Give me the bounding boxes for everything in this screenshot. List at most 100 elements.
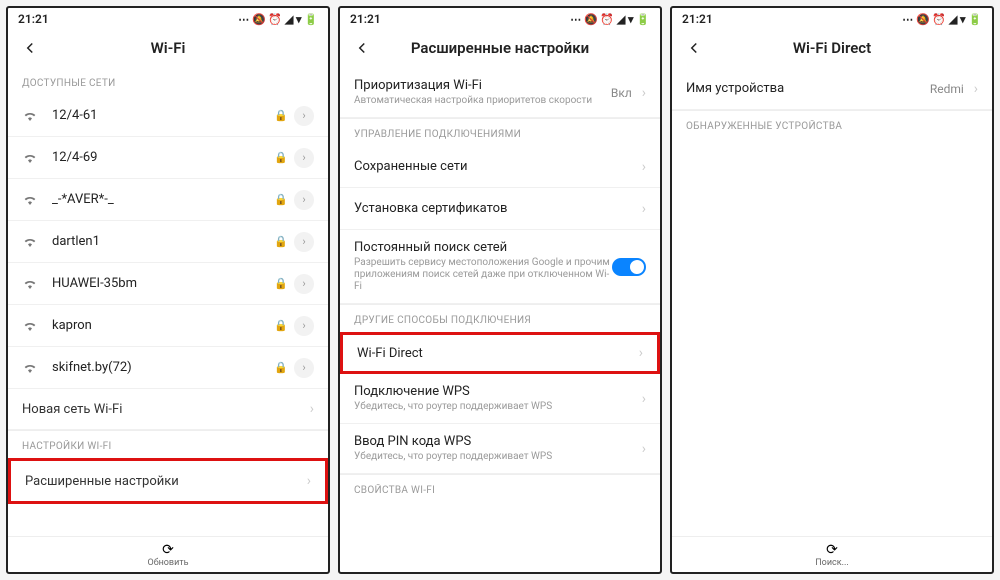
back-icon[interactable] [352,38,372,58]
always-scan-toggle[interactable] [612,258,646,276]
status-time: 21:21 [18,12,49,26]
chevron-right-icon: › [974,81,978,97]
page-title: Wi-Fi [8,39,328,57]
status-time: 21:21 [350,12,381,26]
chevron-right-icon[interactable]: › [294,316,314,336]
wps-sub: Убедитесь, что роутер поддерживает WPS [354,401,642,413]
lock-icon: 🔒 [274,151,288,164]
wps-row[interactable]: Подключение WPS Убедитесь, что роутер по… [340,374,660,424]
wifi-direct-label: Wi-Fi Direct [357,346,639,361]
priority-sub: Автоматическая настройка приоритетов ско… [354,95,611,107]
priority-value: Вкл [611,86,632,100]
chevron-right-icon[interactable]: › [294,358,314,378]
header: Расширенные настройки [340,30,660,68]
screen-wifi-direct: 21:21 ⋯ 🔕 ⏰ ◢ ▾ 🔋 Wi-Fi Direct Имя устро… [670,6,994,574]
chevron-right-icon: › [307,473,311,489]
chevron-right-icon[interactable]: › [294,190,314,210]
status-bar: 21:21 ⋯ 🔕 ⏰ ◢ ▾ 🔋 [672,8,992,30]
network-name: _-*AVER*-_ [52,192,274,207]
advanced-settings-label: Расширенные настройки [25,474,179,489]
network-name: 12/4-69 [52,150,274,165]
status-bar: 21:21 ⋯ 🔕 ⏰ ◢ ▾ 🔋 [8,8,328,30]
wifi-icon [22,106,40,125]
chevron-right-icon[interactable]: › [294,274,314,294]
status-icons: ⋯ 🔕 ⏰ ◢ ▾ 🔋 [238,13,318,26]
add-network-row[interactable]: Новая сеть Wi-Fi › [8,389,328,430]
wifi-network-row[interactable]: 12/4-69 🔒 › [8,137,328,179]
always-scan-title: Постоянный поиск сетей [354,240,612,255]
wifi-network-row[interactable]: HUAWEI-35bm 🔒› [8,263,328,305]
saved-networks-row[interactable]: Сохраненные сети › [340,146,660,188]
network-name: 12/4-61 [52,108,274,123]
network-name: HUAWEI-35bm [52,276,274,291]
section-wifi-properties: СВОЙСТВА WI-FI [340,474,660,502]
wifi-icon [22,232,40,251]
wifi-network-row[interactable]: dartlen1 🔒 › [8,221,328,263]
section-connection-mgmt: УПРАВЛЕНИЕ ПОДКЛЮЧЕНИЯМИ [340,118,660,146]
page-title: Wi-Fi Direct [672,39,992,57]
saved-networks-label: Сохраненные сети [354,159,642,174]
add-network-label: Новая сеть Wi-Fi [22,402,122,417]
section-available-networks: ДОСТУПНЫЕ СЕТИ [8,68,328,95]
install-certs-label: Установка сертификатов [354,201,642,216]
lock-icon: 🔒 [274,361,288,374]
wifi-network-row[interactable]: kapron 🔒 › [8,305,328,347]
bottom-bar[interactable]: ⟳ Обновить [8,536,328,572]
priority-title: Приоритизация Wi-Fi [354,78,611,93]
wifi-icon [22,316,40,335]
chevron-right-icon: › [642,391,646,407]
wifi-icon [22,148,40,167]
screen-advanced: 21:21 ⋯ 🔕 ⏰ ◢ ▾ 🔋 Расширенные настройки … [338,6,662,574]
screen-wifi: 21:21 ⋯ 🔕 ⏰ ◢ ▾ 🔋 Wi-Fi ДОСТУПНЫЕ СЕТИ 1… [6,6,330,574]
search-icon: ⟳ [672,543,992,557]
page-title: Расширенные настройки [340,39,660,57]
back-icon[interactable] [684,38,704,58]
chevron-right-icon[interactable]: › [294,148,314,168]
chevron-right-icon: › [310,401,314,417]
wifi-network-row[interactable]: skifnet.by(72) 🔒 › [8,347,328,389]
back-icon[interactable] [20,38,40,58]
chevron-right-icon: › [642,159,646,175]
wifi-network-row[interactable]: 12/4-61 🔒 › [8,95,328,137]
chevron-right-icon[interactable]: › [294,232,314,252]
always-scan-sub: Разрешить сервису местоположения Google … [354,257,612,293]
advanced-settings-row[interactable]: Расширенные настройки › [8,458,328,504]
chevron-right-icon: › [639,345,643,361]
wifi-network-row[interactable]: _-*AVER*-_ 🔒 › [8,179,328,221]
chevron-right-icon[interactable]: › [294,106,314,126]
wifi-icon [22,190,40,209]
section-wifi-settings: НАСТРОЙКИ WI-FI [8,430,328,458]
always-scan-row[interactable]: Постоянный поиск сетей Разрешить сервису… [340,230,660,304]
lock-icon: 🔒 [274,193,288,206]
wifi-icon [22,358,40,377]
section-other-connection: ДРУГИЕ СПОСОБЫ ПОДКЛЮЧЕНИЯ [340,304,660,332]
status-icons: ⋯ 🔕 ⏰ ◢ ▾ 🔋 [902,13,982,26]
status-time: 21:21 [682,12,713,26]
priority-row[interactable]: Приоритизация Wi-Fi Автоматическая настр… [340,68,660,118]
wps-title: Подключение WPS [354,384,642,399]
wifi-direct-row[interactable]: Wi-Fi Direct › [340,332,660,374]
wps-pin-row[interactable]: Ввод PIN кода WPS Убедитесь, что роутер … [340,424,660,474]
content: ДОСТУПНЫЕ СЕТИ 12/4-61 🔒 › 12/4-69 🔒 › _-*… [8,68,328,536]
lock-icon: 🔒 [274,235,288,248]
network-name: kapron [52,318,274,333]
refresh-label: Обновить [8,558,328,568]
lock-icon: 🔒 [274,109,288,122]
header: Wi-Fi [8,30,328,68]
lock-icon: 🔒 [274,319,288,332]
bottom-bar[interactable]: ⟳ Поиск... [672,536,992,572]
device-name-row[interactable]: Имя устройства Redmi › [672,68,992,110]
network-name: skifnet.by(72) [52,360,274,375]
section-discovered-devices: ОБНАРУЖЕННЫЕ УСТРОЙСТВА [672,110,992,138]
chevron-right-icon: › [642,201,646,217]
wifi-icon [22,274,40,293]
install-certs-row[interactable]: Установка сертификатов › [340,188,660,230]
header: Wi-Fi Direct [672,30,992,68]
device-name-label: Имя устройства [686,81,930,96]
content: Имя устройства Redmi › ОБНАРУЖЕННЫЕ УСТРО… [672,68,992,536]
content: Приоритизация Wi-Fi Автоматическая настр… [340,68,660,572]
chevron-right-icon: › [642,85,646,101]
chevron-right-icon: › [642,441,646,457]
network-name: dartlen1 [52,234,274,249]
device-name-value: Redmi [930,82,964,96]
